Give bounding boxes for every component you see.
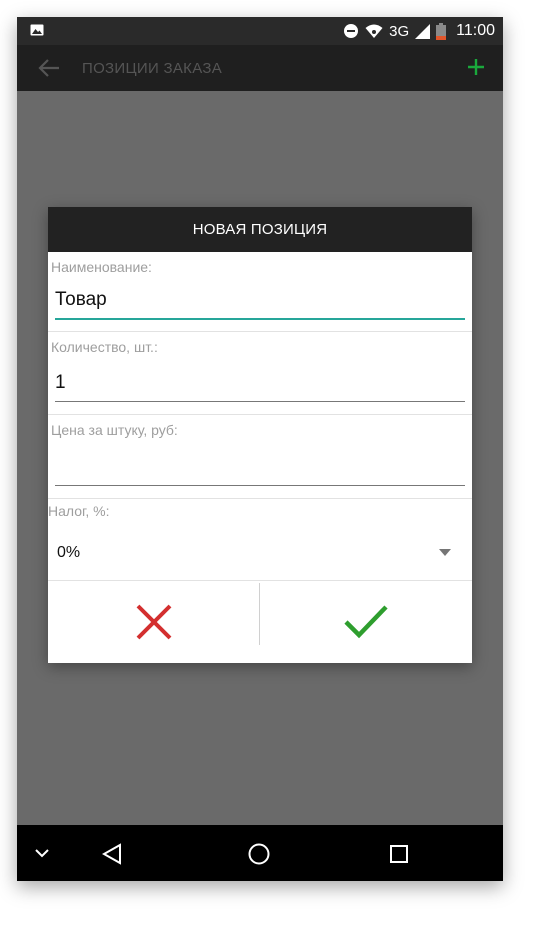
name-underline [55,318,465,320]
quantity-input[interactable]: 1 [55,372,66,394]
name-label: Наименование: [51,259,152,275]
price-field[interactable]: Цена за штуку, руб: [48,415,472,499]
chevron-down-icon[interactable] [35,849,49,858]
tax-label: Налог, %: [48,503,110,519]
price-underline [55,485,465,486]
dropdown-arrow-icon[interactable] [439,549,451,556]
action-bar: ПОЗИЦИИ ЗАКАЗА [17,45,503,91]
recents-square-icon[interactable] [390,845,408,863]
signal-icon [415,23,431,39]
status-time: 11:00 [456,22,495,39]
battery-icon [436,22,447,40]
phone-screen: 3G 11:00 ПОЗИЦИИ ЗАКАЗА НОВАЯ ПОЗИЦИЯ На… [17,17,503,881]
dnd-icon [344,24,359,38]
back-triangle-icon[interactable] [102,843,122,865]
dialog-buttons [48,581,472,663]
quantity-underline [55,401,465,402]
quantity-field[interactable]: Количество, шт.: 1 [48,332,472,415]
status-bar: 3G 11:00 [17,17,503,45]
price-label: Цена за штуку, руб: [51,422,178,438]
network-type: 3G [389,22,410,40]
check-icon [343,605,388,639]
wifi-icon [365,24,383,38]
gallery-icon [30,24,44,36]
cross-icon [136,604,171,640]
status-icons: 3G 11:00 [343,17,495,45]
plus-icon[interactable] [466,57,486,77]
tax-field[interactable]: Налог, %: 0% [48,499,472,581]
cancel-button[interactable] [48,581,259,663]
screen-title: ПОЗИЦИИ ЗАКАЗА [82,60,223,77]
back-arrow-icon[interactable] [37,57,61,79]
quantity-label: Количество, шт.: [51,339,158,355]
navigation-bar [17,825,503,881]
confirm-button[interactable] [260,581,471,663]
new-item-dialog: НОВАЯ ПОЗИЦИЯ Наименование: Товар Количе… [48,207,472,663]
name-field[interactable]: Наименование: Товар [48,252,472,332]
home-circle-icon[interactable] [248,843,270,865]
tax-select[interactable]: 0% [57,544,80,562]
name-input[interactable]: Товар [55,289,107,311]
dialog-title: НОВАЯ ПОЗИЦИЯ [48,207,472,252]
